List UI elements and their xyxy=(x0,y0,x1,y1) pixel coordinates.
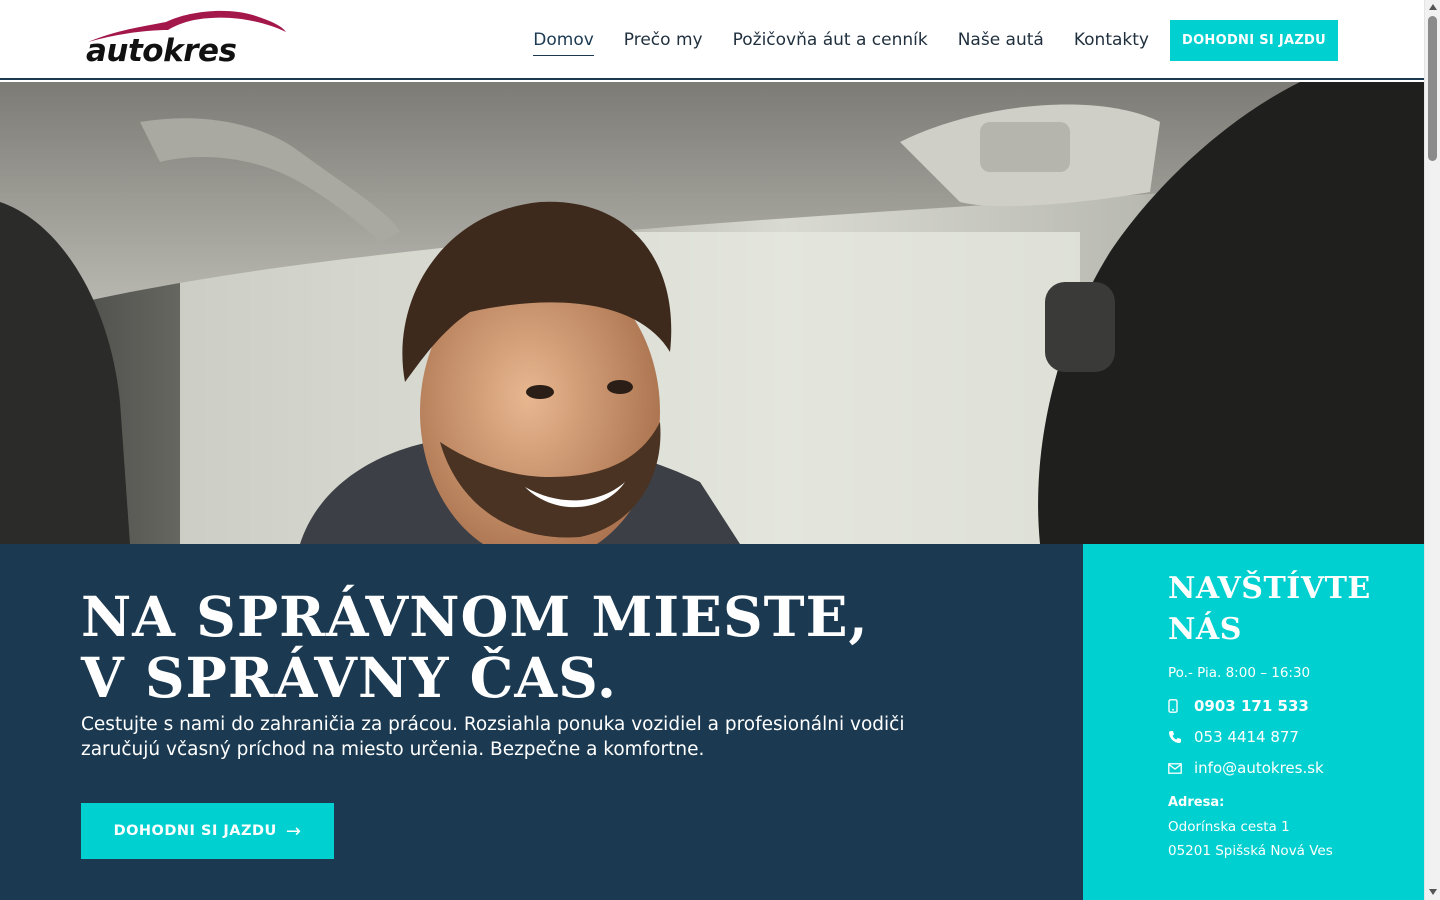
address-label: Adresa: xyxy=(1168,795,1225,810)
logo-text: autokres xyxy=(86,33,237,69)
nav-item-kontakty[interactable]: Kontakty xyxy=(1074,26,1149,54)
envelope-icon xyxy=(1168,762,1194,774)
hero-lead-text: Cestujte s nami do zahraničia za prácou.… xyxy=(81,714,905,760)
headline-line-1: NA SPRÁVNOM MIESTE, xyxy=(81,584,869,649)
scroll-down-icon[interactable] xyxy=(1429,889,1437,895)
driver-photo-illustration xyxy=(0,82,1424,544)
contact-title-line-2: NÁS xyxy=(1168,612,1242,647)
address-line-2: 05201 Spišská Nová Ves xyxy=(1168,843,1333,859)
book-ride-label: DOHODNI SI JAZDU xyxy=(113,823,277,839)
email-row[interactable]: info@autokres.sk xyxy=(1168,759,1324,777)
hero-image xyxy=(0,82,1424,544)
contact-title-line-1: NAVŠTÍVTE xyxy=(1168,571,1371,606)
autokres-logo[interactable]: autokres xyxy=(86,8,288,74)
email-address[interactable]: info@autokres.sk xyxy=(1194,759,1324,777)
phone-icon xyxy=(1168,730,1194,744)
mobile-phone-icon xyxy=(1168,699,1194,713)
scrollbar-thumb[interactable] xyxy=(1428,16,1437,161)
contact-box: NAVŠTÍVTE NÁS Po.- Pia. 8:00 – 16:30 090… xyxy=(1083,544,1424,900)
nav-item-nase-auta[interactable]: Naše autá xyxy=(958,26,1044,54)
phone-number[interactable]: 053 4414 877 xyxy=(1194,728,1299,746)
arrow-right-icon: → xyxy=(285,820,302,842)
header-book-ride-button[interactable]: DOHODNI SI JAZDU xyxy=(1169,19,1338,61)
opening-hours: Po.- Pia. 8:00 – 16:30 xyxy=(1168,665,1311,681)
mobile-row[interactable]: 0903 171 533 xyxy=(1168,697,1309,715)
nav-item-pozicovna[interactable]: Požičovňa áut a cenník xyxy=(733,26,928,54)
mobile-number[interactable]: 0903 171 533 xyxy=(1194,697,1309,715)
scroll-up-icon[interactable] xyxy=(1429,4,1437,10)
book-ride-button[interactable]: DOHODNI SI JAZDU → xyxy=(81,803,334,859)
nav-item-domov[interactable]: Domov xyxy=(533,26,594,56)
page-scrollbar[interactable] xyxy=(1424,0,1440,900)
contact-title: NAVŠTÍVTE NÁS xyxy=(1168,568,1418,650)
phone-row[interactable]: 053 4414 877 xyxy=(1168,728,1299,746)
headline-line-2: V SPRÁVNY ČAS. xyxy=(81,645,617,710)
site-header: autokres Domov Prečo my Požičovňa áut a … xyxy=(0,0,1424,80)
address-line-1: Odorínska cesta 1 xyxy=(1168,819,1290,835)
main-nav: Domov Prečo my Požičovňa áut a cenník Na… xyxy=(503,0,1338,80)
hero-headline: NA SPRÁVNOM MIESTE, V SPRÁVNY ČAS. xyxy=(81,586,869,708)
hero-text-panel: NA SPRÁVNOM MIESTE, V SPRÁVNY ČAS. Cestu… xyxy=(0,544,1083,900)
nav-item-preco-my[interactable]: Prečo my xyxy=(624,26,703,54)
